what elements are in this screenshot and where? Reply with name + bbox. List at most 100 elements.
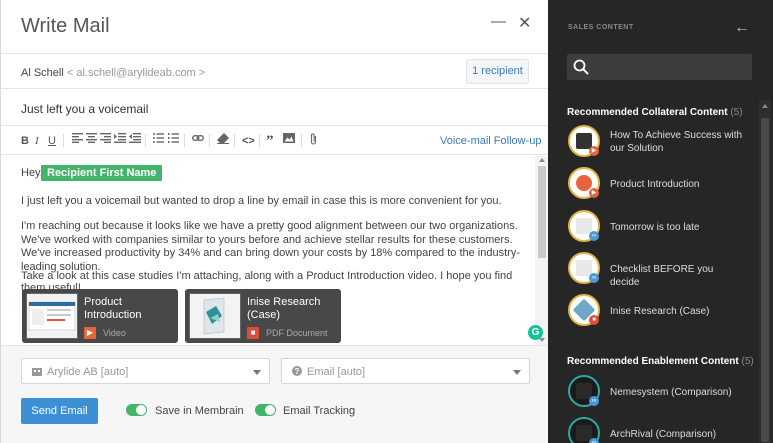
- minimize-icon[interactable]: —: [491, 14, 506, 30]
- content-thumbnail: ▶: [568, 167, 600, 199]
- toolbar-divider: [145, 134, 146, 147]
- align-right-icon[interactable]: [100, 133, 111, 149]
- clear-format-icon[interactable]: [217, 133, 229, 149]
- toolbar-divider: [184, 134, 185, 147]
- email-tracking-label: Email Tracking: [283, 405, 356, 417]
- image-icon[interactable]: [283, 133, 295, 149]
- recipient-row: Al Schell < al.schell@arylideab.com > 1 …: [1, 55, 549, 89]
- content-item[interactable]: ∞ ArchRival (Comparison): [567, 416, 747, 443]
- building-icon: [32, 368, 42, 376]
- attachment-name: Product Introduction: [84, 296, 142, 321]
- content-thumbnail: ∞: [568, 210, 600, 242]
- link-icon[interactable]: [192, 133, 204, 149]
- section-title: Recommended Collateral Content: [567, 107, 728, 118]
- svg-text:?: ?: [295, 367, 300, 376]
- search-box[interactable]: [567, 54, 752, 80]
- recipient-field[interactable]: Al Schell < al.schell@arylideab.com >: [21, 67, 205, 79]
- recipient-name: Al Schell: [21, 67, 64, 79]
- content-item-label: Nemesystem (Comparison): [610, 387, 732, 398]
- send-email-button[interactable]: Send Email: [21, 398, 98, 424]
- subject-row[interactable]: Just left you a voicemail: [1, 90, 549, 126]
- recipients-button[interactable]: 1 recipient: [466, 59, 529, 84]
- title-bar: Write Mail — ✕: [1, 0, 549, 54]
- compose-footer: Arylide AB [auto] ? Email [auto] Send Em…: [1, 345, 549, 443]
- save-in-membrain-toggle[interactable]: [126, 404, 147, 416]
- message-body[interactable]: Hey, Recipient First Name I just left yo…: [1, 156, 549, 345]
- content-item[interactable]: ■ Inise Research (Case): [567, 293, 747, 329]
- attachment-thumbnail: [189, 293, 241, 339]
- type-select-value: Email [auto]: [307, 366, 366, 378]
- numbered-list-icon[interactable]: [168, 133, 179, 149]
- section-heading: Recommended Collateral Content (5): [567, 107, 743, 118]
- outdent-icon[interactable]: [129, 133, 141, 149]
- template-link[interactable]: Voice-mail Follow-up: [440, 135, 541, 147]
- video-icon: ▶: [589, 188, 599, 198]
- content-thumbnail: ▶: [568, 125, 600, 157]
- code-icon[interactable]: <>: [242, 133, 255, 149]
- body-paragraph: I just left you a voicemail but wanted t…: [21, 195, 502, 207]
- content-item[interactable]: ∞ Nemesystem (Comparison): [567, 374, 747, 410]
- search-input[interactable]: [595, 58, 745, 76]
- formatting-toolbar: B I U <> ” Voice-mail Follow-up: [1, 127, 549, 155]
- align-left-icon[interactable]: [72, 133, 83, 149]
- body-paragraph: I'm reaching out because it looks like w…: [21, 220, 520, 273]
- content-item-label: Product Introduction: [610, 179, 700, 190]
- type-select[interactable]: ? Email [auto]: [281, 358, 530, 384]
- grammarly-icon[interactable]: G: [528, 325, 543, 340]
- section-count: (5): [741, 356, 754, 367]
- attachment-thumbnail: [26, 293, 78, 339]
- video-icon: ▶: [589, 146, 599, 156]
- bold-icon[interactable]: B: [21, 133, 29, 149]
- toolbar-divider: [63, 134, 64, 147]
- content-item-label: Inise Research (Case): [610, 306, 710, 317]
- section-count: (5): [730, 107, 743, 118]
- attachment-type: Video: [103, 328, 126, 338]
- toolbar-divider: [234, 134, 235, 147]
- greeting-text: Hey,: [21, 167, 43, 179]
- content-item[interactable]: ▶ Product Introduction: [567, 166, 747, 202]
- email-tracking-toggle[interactable]: [255, 404, 276, 416]
- page-title: Write Mail: [21, 15, 110, 37]
- underline-icon[interactable]: U: [48, 133, 56, 149]
- content-thumbnail: ∞: [568, 417, 600, 443]
- toolbar-divider: [301, 134, 302, 147]
- quote-icon[interactable]: ”: [266, 133, 274, 149]
- sender-select-value: Arylide AB [auto]: [47, 366, 129, 378]
- content-thumbnail: ∞: [568, 375, 600, 407]
- italic-icon[interactable]: I: [35, 133, 39, 149]
- section-heading: Recommended Enablement Content (5): [567, 356, 754, 367]
- align-center-icon[interactable]: [86, 133, 97, 149]
- pdf-icon: ■: [589, 315, 599, 325]
- link-icon: ∞: [589, 396, 599, 406]
- sender-select[interactable]: Arylide AB [auto]: [21, 358, 270, 384]
- pdf-icon: ■: [247, 327, 259, 339]
- close-icon[interactable]: ✕: [518, 16, 531, 32]
- subject-field[interactable]: Just left you a voicemail: [21, 102, 148, 116]
- merge-field-token[interactable]: Recipient First Name: [41, 165, 163, 181]
- attachment-card[interactable]: Product Introduction ▶ Video: [22, 289, 178, 343]
- scroll-up-icon[interactable]: [762, 104, 768, 108]
- scrollbar-thumb[interactable]: [538, 166, 546, 258]
- content-item-label: Checklist BEFORE you decide: [610, 264, 714, 288]
- attachment-icon[interactable]: [309, 133, 318, 149]
- content-item[interactable]: ▶ How To Achieve Success with our Soluti…: [567, 124, 747, 160]
- content-item[interactable]: ∞ Tomorrow is too late: [567, 209, 747, 245]
- scroll-up-icon[interactable]: [539, 158, 545, 162]
- scrollbar-thumb[interactable]: [761, 118, 769, 442]
- attachment-type: PDF Document: [266, 328, 328, 338]
- content-item-label: How To Achieve Success with our Solution: [610, 130, 743, 154]
- scroll-down-icon[interactable]: [539, 338, 545, 342]
- recipient-email: < al.schell@arylideab.com >: [66, 67, 206, 79]
- back-arrow-icon[interactable]: ←: [734, 19, 750, 37]
- content-thumbnail: ■: [568, 294, 600, 326]
- content-item-label: ArchRival (Comparison): [610, 429, 717, 440]
- bullet-list-icon[interactable]: [153, 133, 164, 149]
- indent-icon[interactable]: [114, 133, 126, 149]
- video-icon: ▶: [84, 327, 96, 339]
- attachment-card[interactable]: Inise Research (Case) ■ PDF Document: [185, 289, 341, 343]
- save-in-membrain-label: Save in Membrain: [155, 405, 244, 417]
- link-icon: ∞: [589, 231, 599, 241]
- chevron-down-icon: [253, 370, 261, 375]
- attachment-name: Inise Research (Case): [247, 296, 321, 321]
- content-item[interactable]: ∞ Checklist BEFORE you decide: [567, 251, 747, 288]
